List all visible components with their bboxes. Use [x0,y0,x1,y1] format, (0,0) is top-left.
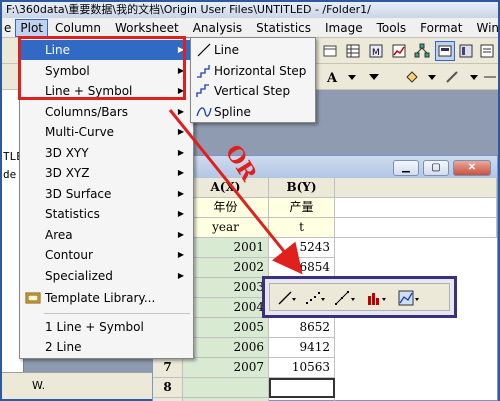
scatter-plot-icon[interactable] [302,288,328,308]
arrow-line [168,109,303,275]
2d-graphs-toolbar [269,283,450,311]
watermark-logo: Bai 经验 [402,354,464,372]
column-plot-icon[interactable] [364,288,390,308]
watermark-url: jingyan.baidu.com [418,372,491,382]
image-plot-icon[interactable] [396,288,422,308]
2d-graphs-toolbar-callout [262,276,457,318]
arrow-annotation [168,109,303,275]
line-plot-icon[interactable] [274,288,300,308]
line-symbol-plot-icon[interactable] [332,288,358,308]
